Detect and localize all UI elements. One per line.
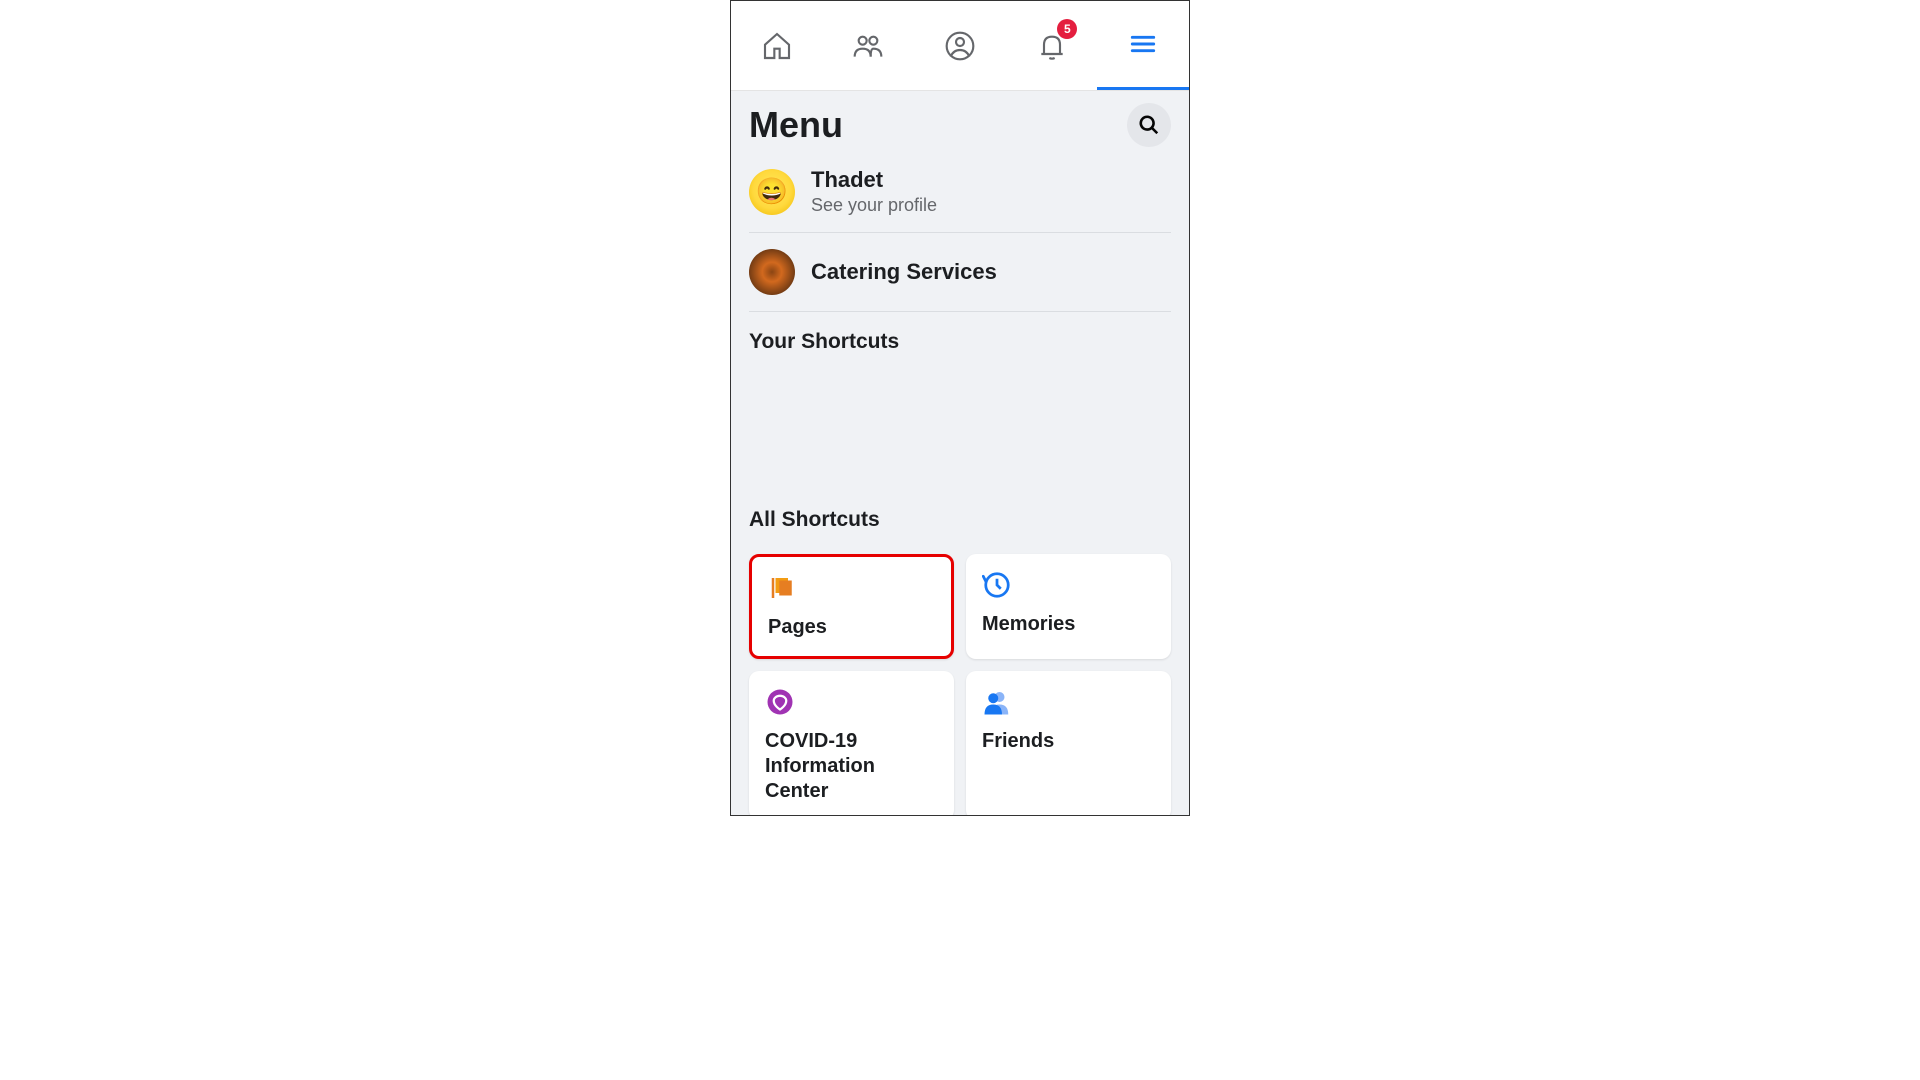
search-icon	[1138, 114, 1160, 136]
page-link[interactable]: Catering Services	[731, 239, 1189, 305]
profile-link[interactable]: 😄 Thadet See your profile	[731, 157, 1189, 226]
your-shortcuts-title: Your Shortcuts	[731, 318, 1189, 366]
top-navigation: 5	[731, 1, 1189, 91]
shortcut-memories[interactable]: Memories	[966, 554, 1171, 659]
mobile-screen: 5 Menu 😄 Thadet See your pro	[730, 0, 1190, 816]
shortcut-label: Memories	[982, 612, 1155, 637]
shortcuts-grid: Pages Memories	[731, 544, 1189, 815]
page-name: Catering Services	[811, 259, 997, 285]
covid-icon	[765, 687, 795, 717]
divider	[749, 311, 1171, 312]
friends-card-icon	[982, 687, 1012, 717]
nav-home[interactable]	[731, 1, 823, 90]
menu-header: Menu	[731, 91, 1189, 157]
shortcut-label: Pages	[768, 615, 935, 640]
profile-subtitle: See your profile	[811, 195, 937, 216]
search-button[interactable]	[1127, 103, 1171, 147]
nav-friends[interactable]	[823, 1, 915, 90]
hamburger-icon	[1127, 28, 1159, 60]
all-shortcuts-title: All Shortcuts	[731, 496, 1189, 544]
friends-icon	[852, 30, 884, 62]
shortcut-label: Friends	[982, 729, 1155, 754]
shortcuts-spacer	[731, 366, 1189, 496]
shortcut-pages[interactable]: Pages	[749, 554, 954, 659]
home-icon	[761, 30, 793, 62]
pages-icon	[768, 573, 798, 603]
shortcut-label: COVID-19 Information Center	[765, 729, 938, 804]
menu-content: Menu 😄 Thadet See your profile Catering …	[731, 91, 1189, 815]
menu-title: Menu	[749, 104, 843, 146]
profile-name: Thadet	[811, 167, 937, 193]
divider	[749, 232, 1171, 233]
profile-circle-icon	[944, 30, 976, 62]
nav-notifications[interactable]: 5	[1006, 1, 1098, 90]
page-avatar	[749, 249, 795, 295]
shortcut-friends[interactable]: Friends	[966, 671, 1171, 815]
profile-text: Thadet See your profile	[811, 167, 937, 216]
memories-icon	[982, 570, 1012, 600]
profile-avatar: 😄	[749, 169, 795, 215]
notification-badge: 5	[1057, 19, 1077, 39]
shortcut-covid[interactable]: COVID-19 Information Center	[749, 671, 954, 815]
nav-menu[interactable]	[1097, 1, 1189, 90]
nav-profile[interactable]	[914, 1, 1006, 90]
